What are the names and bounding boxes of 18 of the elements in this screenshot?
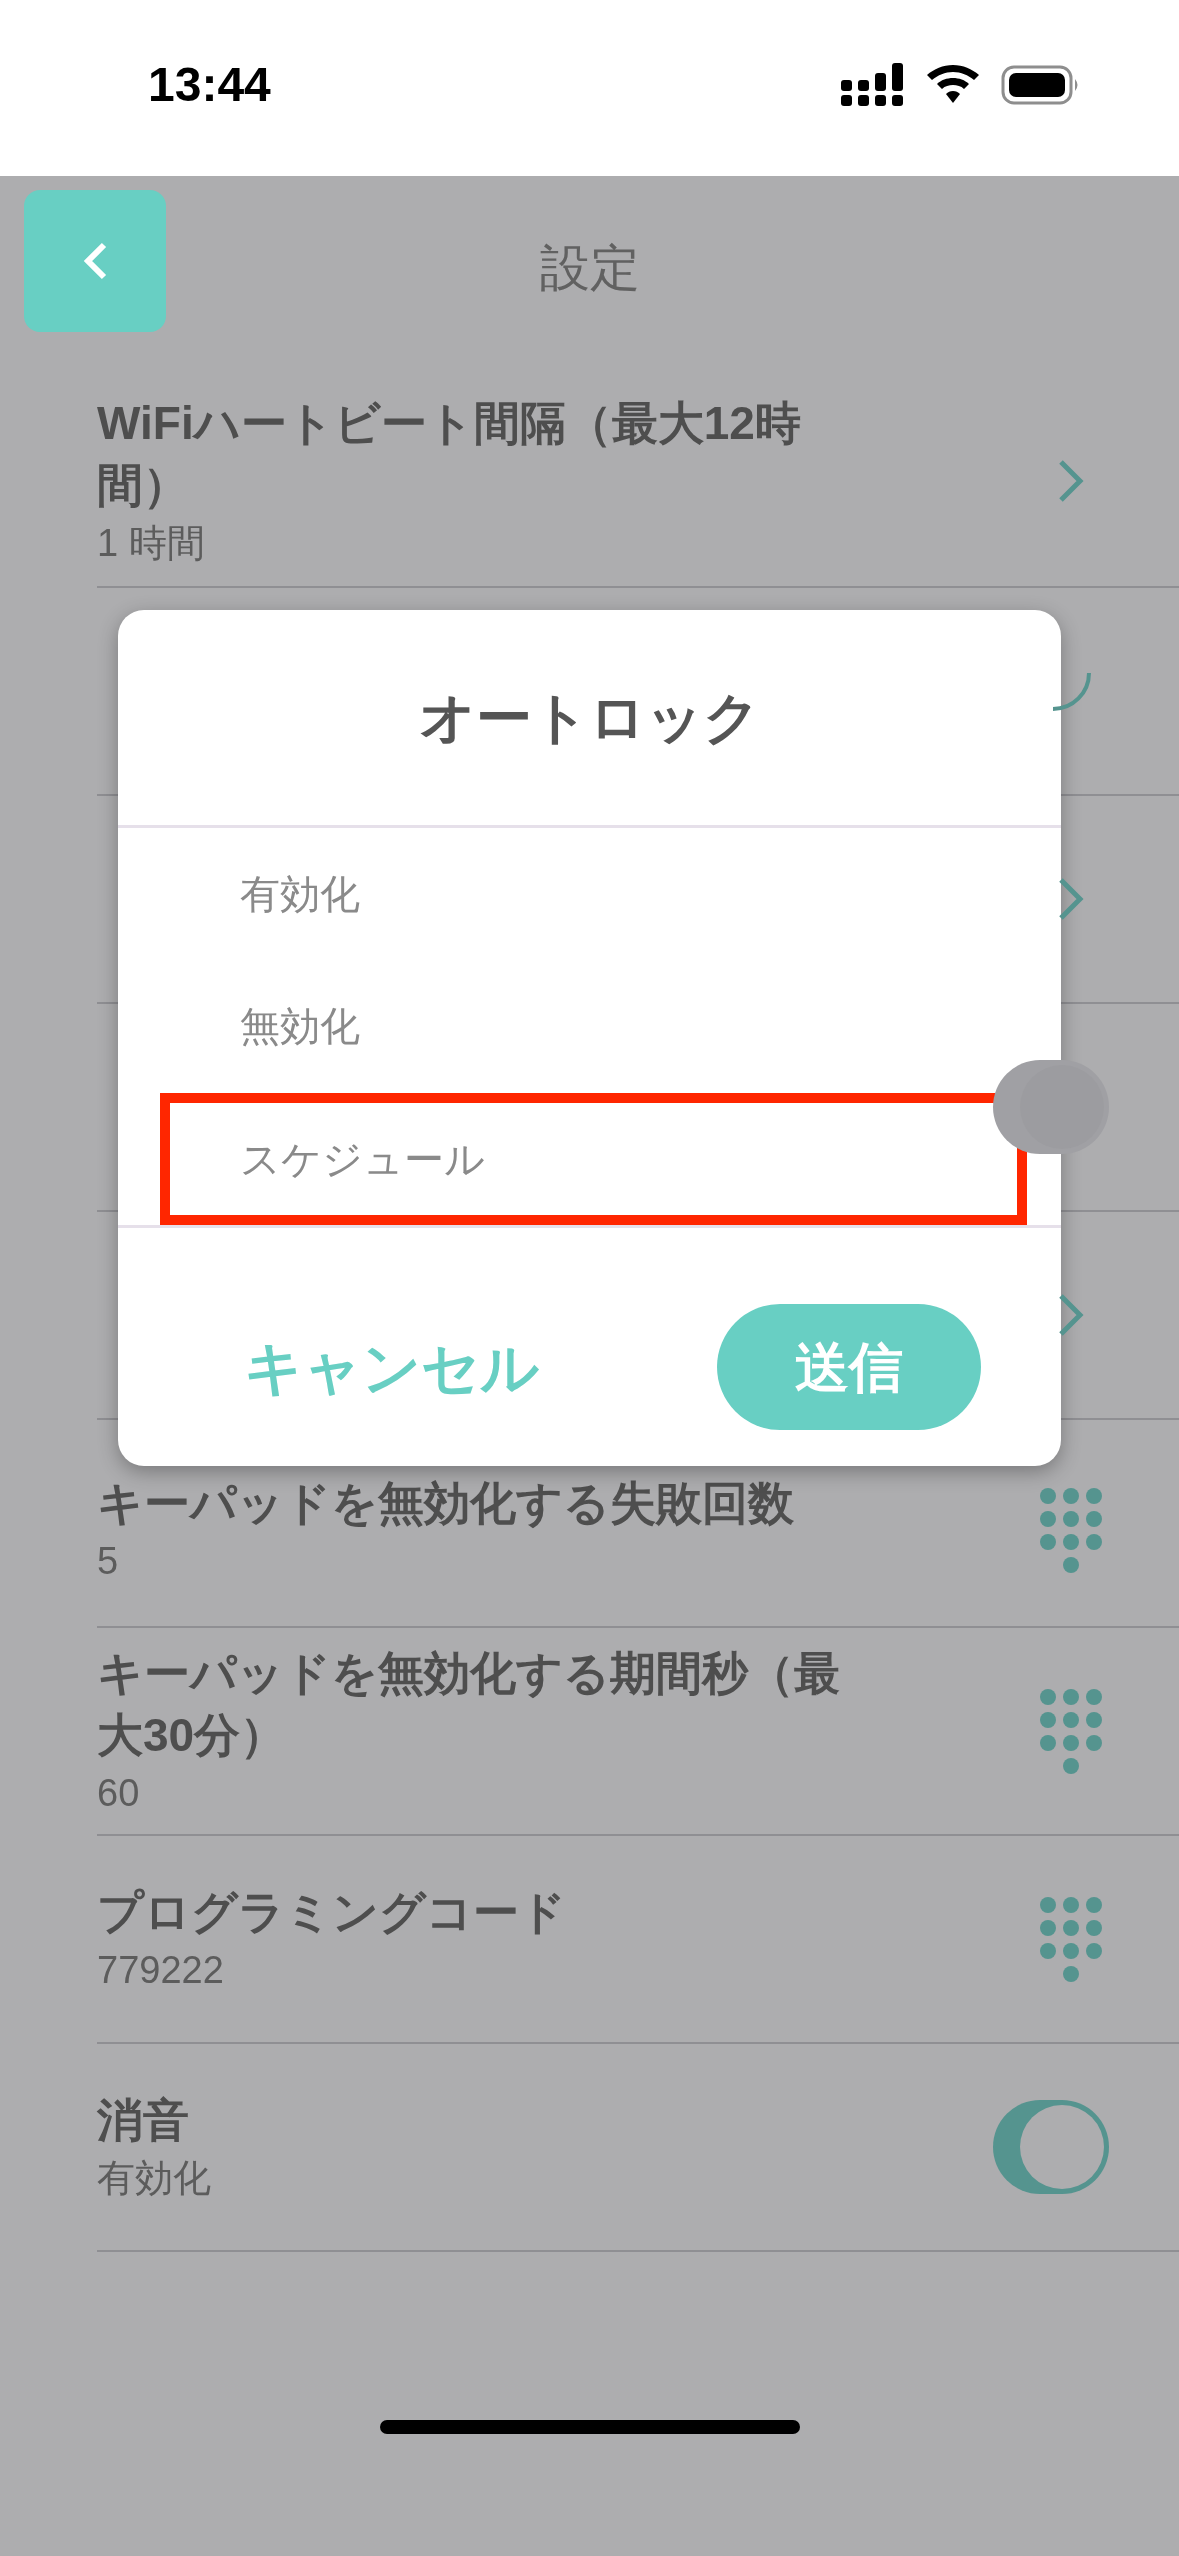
setting-value: 5 bbox=[97, 1539, 120, 1584]
dialog-title: オートロック bbox=[419, 684, 760, 751]
setting-title: キーパッドを無効化する期間秒（最大30分） bbox=[97, 1646, 841, 1763]
setting-title: 消音 bbox=[97, 2093, 190, 2148]
setting-title: キーパッドを無効化する失敗回数 bbox=[97, 1476, 795, 1531]
option-item[interactable]: 無効化 bbox=[118, 960, 1061, 1093]
setting-value: 有効化 bbox=[97, 2156, 212, 2201]
option-item[interactable]: 有効化 bbox=[118, 828, 1061, 961]
status-time: 13:44 bbox=[148, 57, 271, 113]
setting-value: 1 時間 bbox=[97, 521, 206, 566]
cancel-button[interactable]: キャンセル bbox=[244, 1323, 539, 1411]
setting-value: 779222 bbox=[97, 1948, 225, 1993]
option-item[interactable]: スケジュール bbox=[160, 1092, 1027, 1225]
setting-value: 60 bbox=[97, 1771, 141, 1816]
page-title: 設定 bbox=[539, 238, 640, 298]
submit-button[interactable]: 送信 bbox=[717, 1304, 981, 1430]
setting-title: プログラミングコード bbox=[97, 1885, 567, 1940]
setting-title: WiFiハートビート間隔（最大12時間） bbox=[97, 396, 802, 513]
